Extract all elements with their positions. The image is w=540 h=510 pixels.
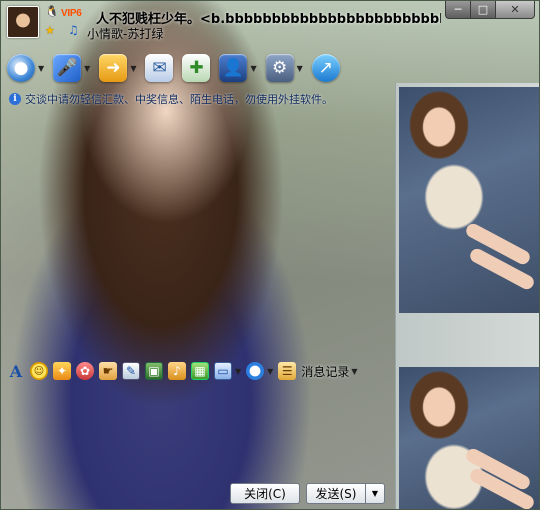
info-icon: i (9, 93, 21, 105)
chevron-down-icon[interactable]: ▼ (351, 367, 357, 376)
font-button[interactable]: A (7, 362, 25, 381)
chevron-down-icon[interactable]: ▼ (250, 64, 256, 73)
doodle-icon[interactable]: ✎ (122, 362, 140, 380)
share-button[interactable]: ↗ (311, 54, 340, 82)
magic-emoticon-icon[interactable]: ✦ (53, 362, 71, 380)
star-icon: ★ (45, 24, 55, 37)
microphone-icon: 🎤 (53, 54, 82, 82)
chevron-down-icon[interactable]: ▼ (38, 64, 44, 73)
chevron-down-icon[interactable]: ▼ (267, 367, 273, 376)
window-controls: ─ □ ✕ (445, 1, 535, 20)
send-image-icon[interactable]: ▣ (145, 362, 163, 380)
avatar[interactable] (7, 6, 39, 38)
screenshot-icon[interactable]: ▭ (214, 362, 232, 380)
apps-button[interactable]: ✚ (182, 54, 211, 82)
music-icon: ♫ (68, 23, 79, 37)
contact-profile-button[interactable]: 👤 ▼ (219, 54, 257, 82)
settings-button[interactable]: ⚙ ▼ (265, 54, 303, 82)
message-input[interactable] (5, 385, 393, 481)
qq-penguin-icon: 🐧 (45, 5, 59, 18)
security-notice: i 交谈中请勿轻信汇款、中奖信息、陌生电话，勿使用外挂软件。 (9, 91, 333, 107)
gear-icon: ⚙ (265, 54, 294, 82)
gift-icon[interactable]: ▦ (191, 362, 209, 380)
camera-icon: ● (7, 54, 35, 82)
now-playing-song[interactable]: 小情歌-苏打绿 (87, 25, 163, 42)
contact-show-photo[interactable] (399, 87, 539, 313)
top-toolbar: ● ▼ 🎤 ▼ ➜ ▼ ✉ ✚ 👤 ▼ ⚙ ▼ ↗ (7, 51, 349, 85)
security-notice-text: 交谈中请勿轻信汇款、中奖信息、陌生电话，勿使用外挂软件。 (25, 93, 333, 106)
title-bar[interactable]: 🐧 ★ VIP6 人不犯贱枉少年。<b.bbbbbbbbbbbbbbbbbbbb… (1, 1, 539, 43)
chevron-down-icon[interactable]: ▼ (235, 367, 241, 376)
send-file-button[interactable]: ➜ ▼ (99, 54, 136, 82)
chevron-down-icon[interactable]: ▼ (84, 64, 90, 73)
folder-icon: ➜ (99, 54, 128, 82)
music-note-icon[interactable]: ♪ (168, 362, 186, 380)
message-history-icon[interactable]: ☰ (278, 362, 297, 380)
profile-icon: 👤 (219, 54, 248, 82)
chat-window: 🐧 ★ VIP6 人不犯贱枉少年。<b.bbbbbbbbbbbbbbbbbbbb… (0, 0, 540, 510)
bubble-face-icon[interactable]: ✿ (76, 362, 94, 380)
app-plus-icon: ✚ (182, 54, 211, 82)
message-history-button[interactable]: 消息记录 (301, 363, 349, 380)
send-button[interactable]: 发送(S) (306, 483, 366, 504)
chat-history-area[interactable] (5, 109, 393, 357)
my-show-photo[interactable] (399, 367, 539, 509)
maximize-button[interactable]: □ (470, 1, 496, 19)
shake-window-icon[interactable]: ☛ (99, 362, 117, 380)
payment-icon[interactable]: S (246, 362, 265, 380)
minimize-button[interactable]: ─ (445, 1, 471, 19)
emoticon-icon[interactable]: ☺ (30, 362, 48, 380)
send-options-chevron-down-icon[interactable]: ▼ (366, 483, 385, 504)
right-panel (395, 83, 539, 509)
share-arrow-icon: ↗ (311, 54, 340, 82)
video-call-button[interactable]: ● ▼ (7, 54, 44, 82)
voice-call-button[interactable]: 🎤 ▼ (53, 54, 90, 82)
vip-badge[interactable]: VIP6 (61, 8, 82, 19)
close-window-button[interactable]: ✕ (495, 1, 535, 19)
mail-icon: ✉ (145, 54, 174, 82)
format-toolbar: A ☺ ✦ ✿ ☛ ✎ ▣ ♪ ▦ ▭ ▼ S ▼ ☰ 消息记录 ▼ (7, 360, 362, 382)
bottom-buttons: 关闭(C) 发送(S) ▼ (230, 483, 385, 504)
chevron-down-icon[interactable]: ▼ (297, 64, 303, 73)
send-email-button[interactable]: ✉ (145, 54, 174, 82)
send-button-group: 发送(S) ▼ (306, 483, 385, 504)
chevron-down-icon[interactable]: ▼ (130, 64, 136, 73)
close-button[interactable]: 关闭(C) (230, 483, 300, 504)
